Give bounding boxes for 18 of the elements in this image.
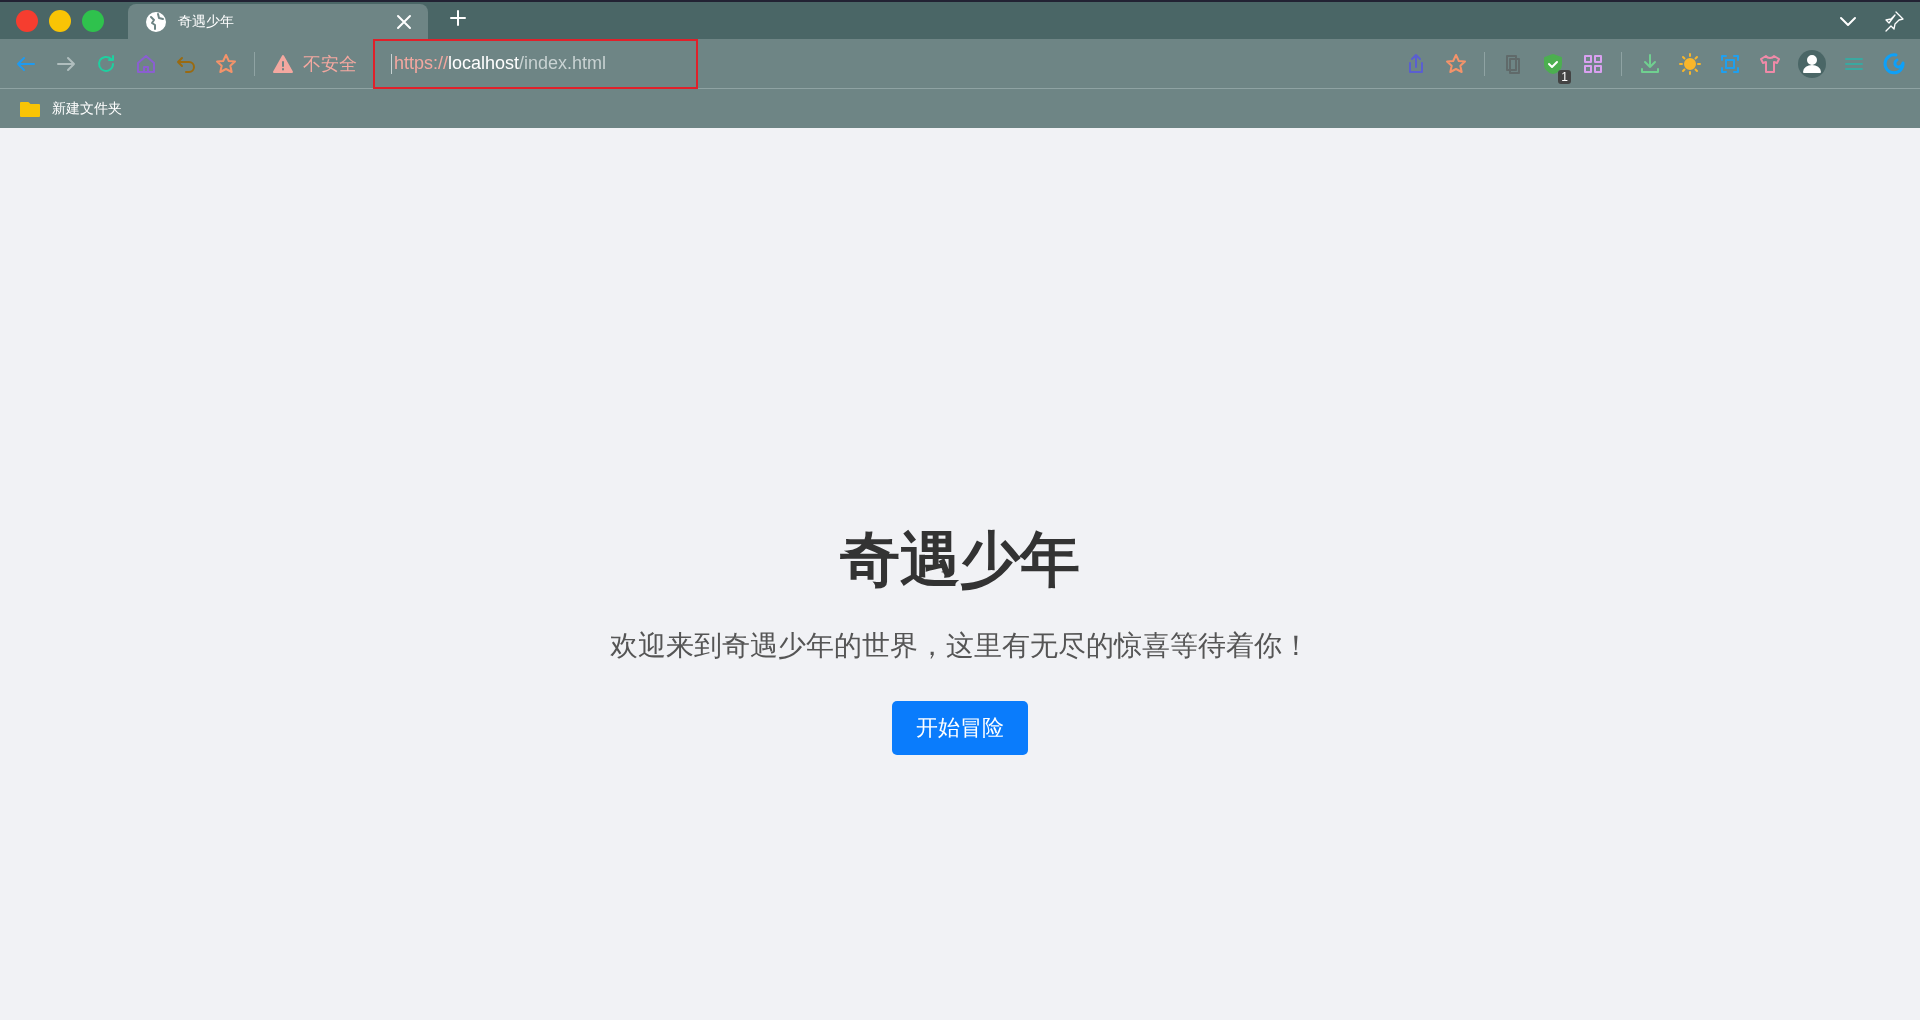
page-title: 奇遇少年 <box>840 525 1080 595</box>
extension-badge: 1 <box>1558 69 1571 84</box>
start-button[interactable]: 开始冒险 <box>892 701 1028 755</box>
globe-icon <box>144 9 168 34</box>
security-label: 不安全 <box>303 52 357 76</box>
welcome-text: 欢迎来到奇遇少年的世界，这里有无尽的惊喜等待着你！ <box>610 629 1310 663</box>
bookmark-folder[interactable]: 新建文件夹 <box>18 96 122 121</box>
maximize-window-button[interactable] <box>82 9 104 32</box>
profile-avatar[interactable] <box>1798 49 1826 78</box>
star-icon[interactable] <box>1444 51 1468 76</box>
download-icon[interactable] <box>1638 51 1662 76</box>
close-window-button[interactable] <box>16 9 38 32</box>
swirl-logo-icon[interactable] <box>1882 51 1906 76</box>
minimize-window-button[interactable] <box>49 9 71 32</box>
sun-icon[interactable] <box>1678 51 1702 76</box>
browser-tab[interactable]: 奇遇少年 <box>128 4 428 39</box>
address-bar[interactable]: https://localhost/index.html <box>373 38 698 89</box>
star-icon[interactable] <box>214 51 238 76</box>
